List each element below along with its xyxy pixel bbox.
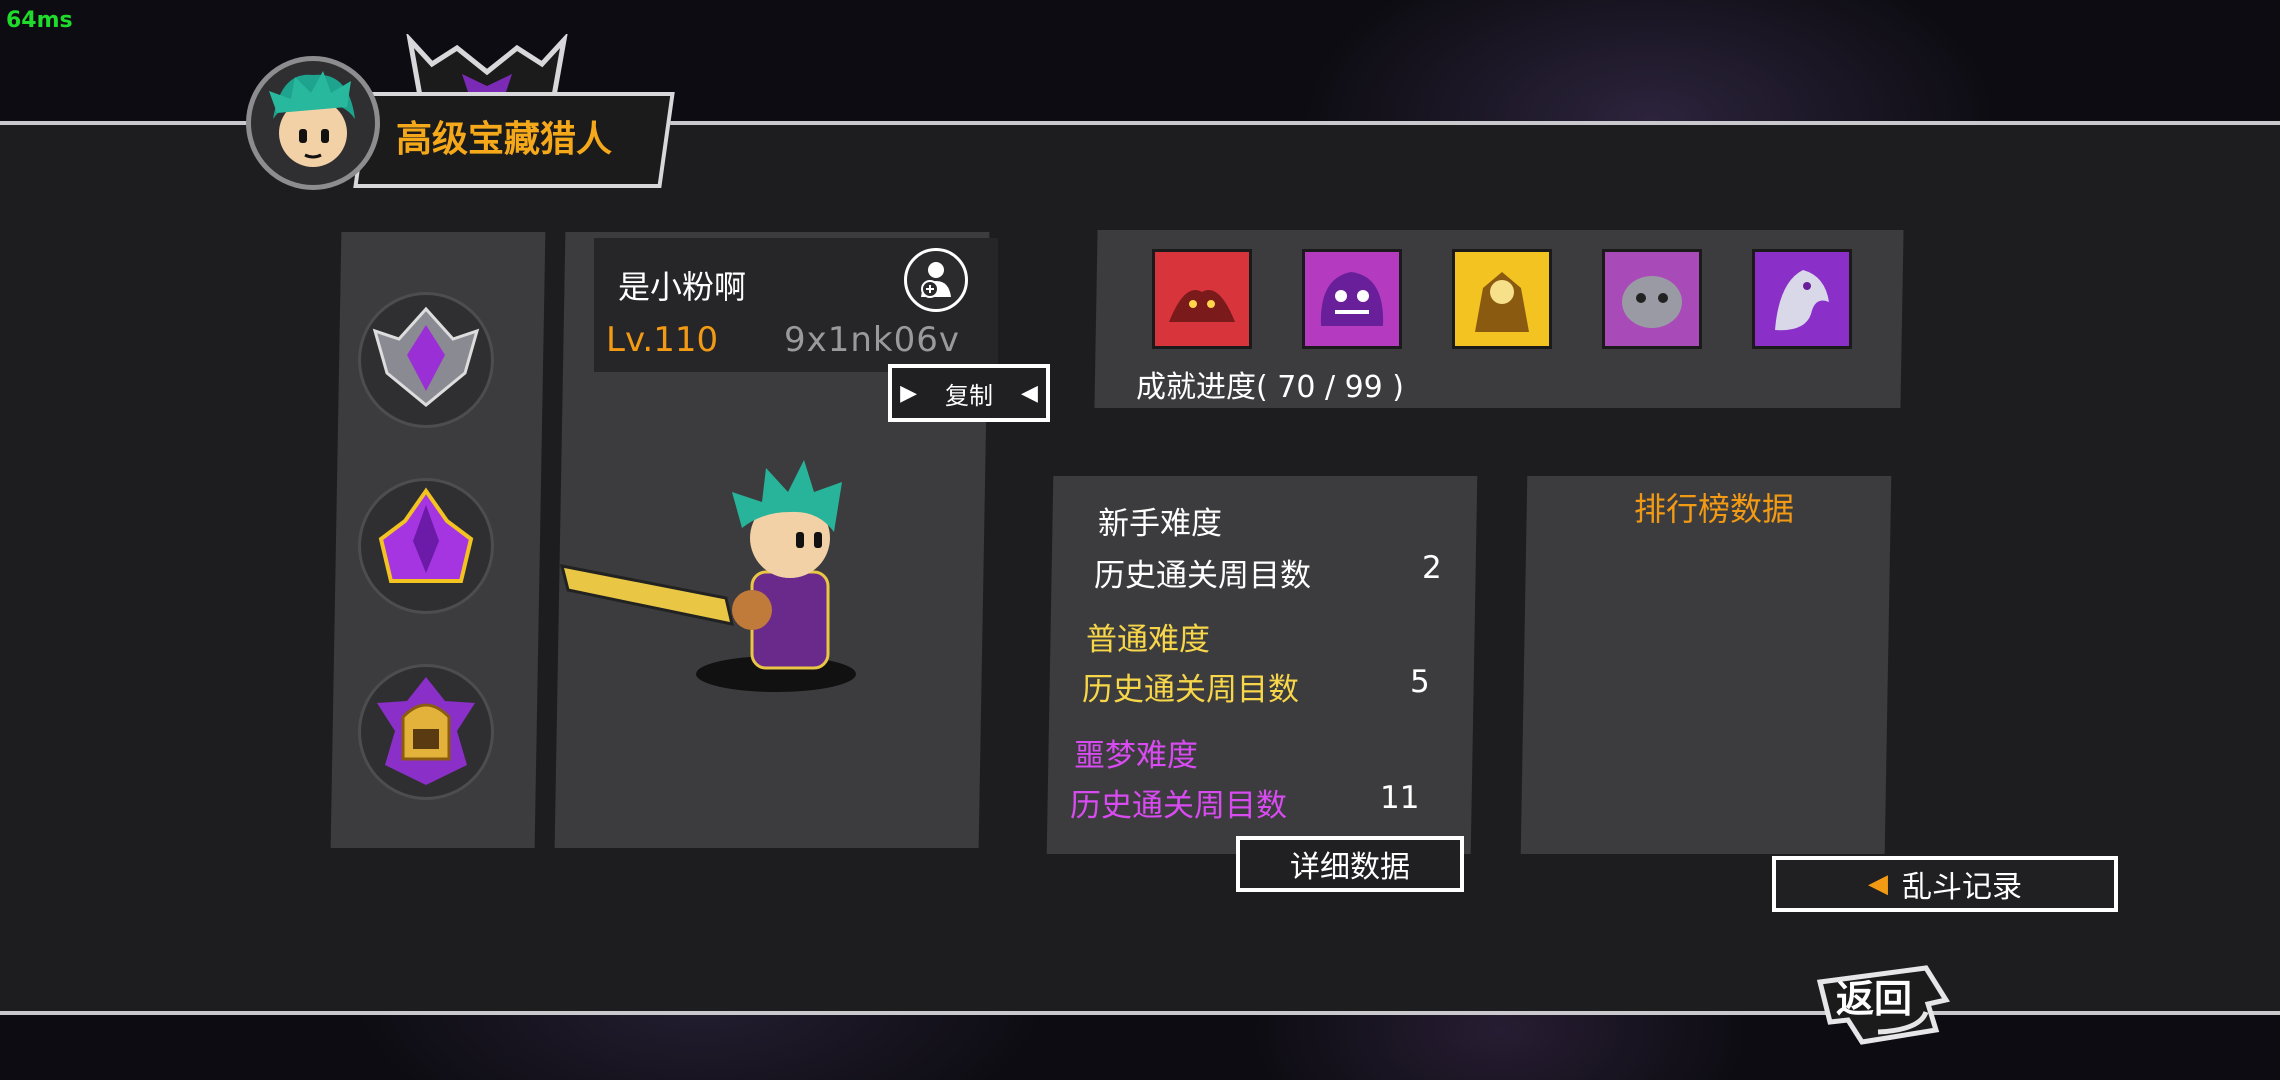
novice-label: 历史通关周目数 (1094, 558, 1311, 594)
hero-face-icon (269, 71, 355, 167)
grey-beast-achievement-icon (1622, 276, 1682, 328)
back-label[interactable]: 返回 (1836, 968, 1912, 1023)
novice-title: 新手难度 (1098, 506, 1222, 542)
hero-character-icon (559, 460, 856, 692)
achievement-badge[interactable] (1602, 249, 1702, 349)
add-friend-button[interactable] (904, 248, 968, 312)
detail-data-button[interactable]: 详细数据 (1236, 836, 1464, 892)
achievement-badge[interactable] (1152, 249, 1252, 349)
normal-label: 历史通关周目数 (1082, 672, 1299, 708)
ranking-title: 排行榜数据 (1634, 490, 1795, 528)
achievement-badge[interactable] (1452, 249, 1552, 349)
player-title: 高级宝藏猎人 (396, 119, 613, 160)
medal-slot[interactable] (358, 478, 494, 614)
player-avatar[interactable] (246, 56, 380, 190)
gold-warrior-achievement-icon (1475, 272, 1529, 332)
copy-id-button[interactable]: ▶ 复制 ◀ (888, 364, 1050, 422)
achievement-badge[interactable] (1302, 249, 1402, 349)
achievement-badge[interactable] (1752, 249, 1852, 349)
achievement-progress: 成就进度( 70 / 99 ) (1136, 370, 1405, 405)
gold-knight-helmet-icon (377, 677, 475, 785)
brawl-record-button[interactable]: ◀ 乱斗记录 (1772, 856, 2118, 912)
detail-data-label: 详细数据 (1290, 850, 1410, 885)
copy-label: 复制 (945, 381, 993, 410)
nightmare-title: 噩梦难度 (1074, 738, 1198, 774)
add-friend-icon (921, 262, 951, 298)
purple-demon-achievement-icon (1320, 272, 1384, 326)
player-level: Lv.110 (606, 320, 719, 360)
brawl-record-label: 乱斗记录 (1902, 870, 2022, 905)
nightmare-label: 历史通关周目数 (1070, 788, 1287, 824)
medal-slot[interactable] (358, 664, 494, 800)
normal-value: 5 (1410, 664, 1430, 700)
latency-indicator: 64ms (6, 8, 73, 33)
novice-value: 2 (1422, 550, 1442, 586)
nightmare-value: 11 (1380, 780, 1420, 816)
silver-purple-crest-icon (372, 306, 480, 407)
player-name: 是小粉啊 (618, 268, 747, 306)
medal-slot[interactable] (358, 292, 494, 428)
purple-crystal-crown-icon (378, 487, 474, 583)
player-id: 9x1nk06v (784, 320, 961, 360)
purple-dragon-achievement-icon (1775, 270, 1829, 331)
ranking-panel (1520, 476, 1892, 854)
arrow-left-icon: ◀ (1868, 869, 1888, 899)
arrow-right-icon: ▶ (900, 380, 917, 406)
normal-title: 普通难度 (1086, 622, 1210, 658)
red-beast-achievement-icon (1169, 290, 1235, 322)
arrow-left-icon: ◀ (1021, 380, 1038, 406)
